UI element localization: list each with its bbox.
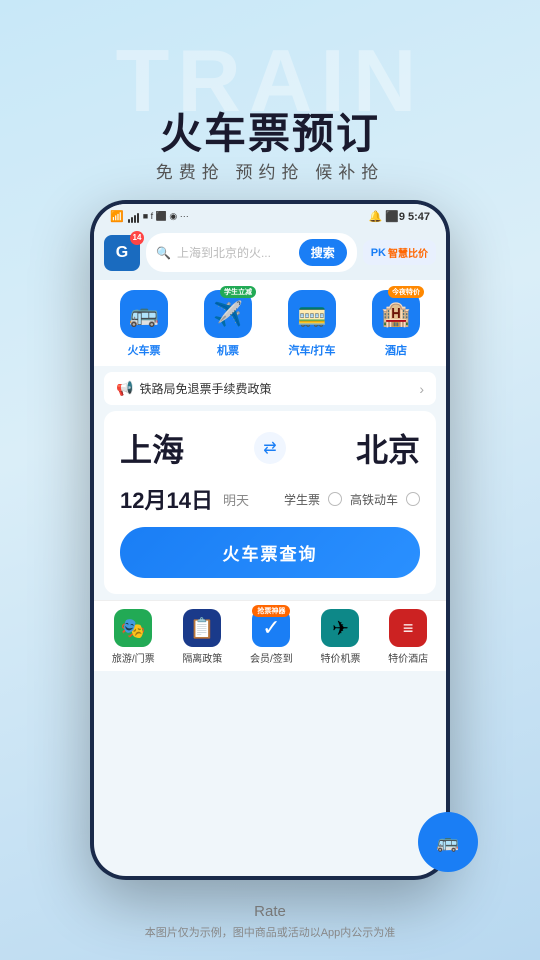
nav-item-hotel[interactable]: 今夜特价 🏨 酒店 bbox=[372, 290, 420, 358]
option-row: 学生票 高铁动车 bbox=[284, 491, 420, 508]
member-label: 会员/签到 bbox=[250, 650, 293, 665]
cheapflight-label: 特价机票 bbox=[320, 650, 360, 665]
zhixin-icon: 🚌 bbox=[437, 832, 459, 853]
zhixin-ring: 🚌 bbox=[418, 812, 478, 872]
to-city[interactable]: 北京 bbox=[356, 425, 420, 471]
notice-text: 📢 铁路局免退票手续费政策 bbox=[116, 380, 271, 397]
time-display: 5:47 bbox=[408, 211, 430, 223]
bottom-nav: 🎭 旅游/门票 📋 隔离政策 抢票神器 ✓ 会员/签到 ✈ bbox=[94, 600, 446, 671]
date-row: 12月14日 明天 学生票 高铁动车 bbox=[120, 483, 420, 515]
search-area: G 14 🔍 上海到北京的火... 搜索 PK 智慧比价 bbox=[94, 227, 446, 280]
route-section: 上海 ⇄ 北京 12月14日 明天 学生票 高铁动车 火车票查询 bbox=[104, 411, 436, 594]
cheapflight-icon: ✈ bbox=[332, 616, 349, 641]
flight-label: 机票 bbox=[217, 342, 239, 358]
member-icon: ✓ bbox=[262, 615, 280, 641]
search-button[interactable]: 搜索 bbox=[299, 239, 347, 266]
nav-item-train[interactable]: 🚌 火车票 bbox=[120, 290, 168, 358]
highspeed-label: 高铁动车 bbox=[350, 491, 398, 508]
search-placeholder: 上海到北京的火... bbox=[177, 244, 293, 261]
cheaphotel-label: 特价酒店 bbox=[388, 650, 428, 665]
status-left: 📶 ■ f ⬛ ◉ ··· bbox=[110, 210, 189, 223]
page-subtitle: 免费抢 预约抢 候补抢 bbox=[0, 158, 540, 183]
hotel-badge: 今夜特价 bbox=[388, 286, 424, 298]
student-ticket-radio[interactable] bbox=[328, 492, 342, 506]
nav-item-bus[interactable]: 🚃 汽车/打车 bbox=[288, 290, 336, 358]
highspeed-radio[interactable] bbox=[406, 492, 420, 506]
app-icon-letter: G bbox=[116, 244, 128, 262]
rate-label[interactable]: Rate bbox=[254, 903, 286, 920]
student-ticket-label: 学生票 bbox=[284, 491, 320, 508]
train-label: 火车票 bbox=[128, 342, 161, 358]
swap-icon: ⇄ bbox=[263, 438, 276, 458]
notice-icon: 📢 bbox=[116, 380, 133, 397]
page-title: 火车票预订 bbox=[0, 100, 540, 161]
pk-prefix: PK bbox=[371, 247, 386, 259]
swap-button[interactable]: ⇄ bbox=[254, 432, 286, 464]
date-sub: 明天 bbox=[223, 490, 249, 509]
phone-mockup: 📶 ■ f ⬛ ◉ ··· 🔔 ⬛9 5:47 G 14 🔍 上海到北京的火..… bbox=[90, 200, 450, 880]
pk-button[interactable]: PK 智慧比价 bbox=[363, 240, 436, 265]
hotel-icon: 🏨 bbox=[381, 300, 411, 329]
search-input-wrap[interactable]: 🔍 上海到北京的火... 搜索 bbox=[146, 233, 357, 272]
flight-badge: 学生立减 bbox=[220, 286, 256, 298]
pk-label: 智慧比价 bbox=[388, 245, 428, 260]
bottom-nav-cheaphotel[interactable]: ≡ 特价酒店 bbox=[388, 609, 428, 665]
cheaphotel-icon-circle: ≡ bbox=[389, 609, 427, 647]
bottom-nav-quarantine[interactable]: 📋 隔离政策 bbox=[182, 609, 222, 665]
alarm-icon: 🔔 bbox=[368, 210, 382, 223]
hotel-label: 酒店 bbox=[385, 342, 407, 358]
network-label: ■ f ⬛ ◉ ··· bbox=[143, 211, 189, 222]
app-badge: 14 bbox=[130, 231, 144, 245]
travel-label: 旅游/门票 bbox=[112, 650, 155, 665]
wifi-icon: 📶 bbox=[110, 210, 124, 223]
from-city[interactable]: 上海 bbox=[120, 425, 184, 471]
notice-banner[interactable]: 📢 铁路局免退票手续费政策 › bbox=[104, 372, 436, 405]
travel-icon-circle: 🎭 bbox=[114, 609, 152, 647]
bus-icon-circle: 🚃 bbox=[288, 290, 336, 338]
bus-icon: 🚃 bbox=[297, 300, 327, 329]
route-row: 上海 ⇄ 北京 bbox=[120, 425, 420, 471]
bottom-nav-cheapflight[interactable]: ✈ 特价机票 bbox=[320, 609, 360, 665]
travel-icon: 🎭 bbox=[121, 616, 146, 641]
train-icon-circle: 🚌 bbox=[120, 290, 168, 338]
zhixin-watermark: 🚌 bbox=[418, 812, 478, 872]
member-badge: 抢票神器 bbox=[252, 605, 290, 617]
signal-icon bbox=[128, 211, 139, 223]
battery-label: ⬛9 bbox=[385, 210, 405, 223]
search-icon: 🔍 bbox=[156, 246, 171, 260]
status-right: 🔔 ⬛9 5:47 bbox=[368, 210, 430, 223]
app-icon-button[interactable]: G 14 bbox=[104, 235, 140, 271]
cheaphotel-icon: ≡ bbox=[403, 618, 414, 639]
quarantine-icon: 📋 bbox=[190, 616, 215, 641]
bottom-nav-member[interactable]: 抢票神器 ✓ 会员/签到 bbox=[250, 609, 293, 665]
footer-note: 本图片仅为示例，图中商品或活动以App内公示为准 bbox=[0, 924, 540, 940]
quarantine-label: 隔离政策 bbox=[182, 650, 222, 665]
flight-icon: ✈️ bbox=[213, 300, 243, 329]
date-main[interactable]: 12月14日 bbox=[120, 483, 213, 515]
quarantine-icon-circle: 📋 bbox=[183, 609, 221, 647]
notice-content: 铁路局免退票手续费政策 bbox=[139, 380, 271, 397]
cheapflight-icon-circle: ✈ bbox=[321, 609, 359, 647]
nav-icons: 🚌 火车票 学生立减 ✈️ 机票 🚃 汽车/打车 今夜特价 🏨 bbox=[94, 280, 446, 366]
train-icon: 🚌 bbox=[129, 300, 159, 329]
bottom-nav-travel[interactable]: 🎭 旅游/门票 bbox=[112, 609, 155, 665]
status-bar: 📶 ■ f ⬛ ◉ ··· 🔔 ⬛9 5:47 bbox=[94, 204, 446, 227]
phone-screen: 📶 ■ f ⬛ ◉ ··· 🔔 ⬛9 5:47 G 14 🔍 上海到北京的火..… bbox=[94, 204, 446, 876]
bus-label: 汽车/打车 bbox=[288, 342, 335, 358]
notice-arrow-icon: › bbox=[419, 381, 424, 397]
search-train-button[interactable]: 火车票查询 bbox=[120, 527, 420, 578]
nav-item-flight[interactable]: 学生立减 ✈️ 机票 bbox=[204, 290, 252, 358]
